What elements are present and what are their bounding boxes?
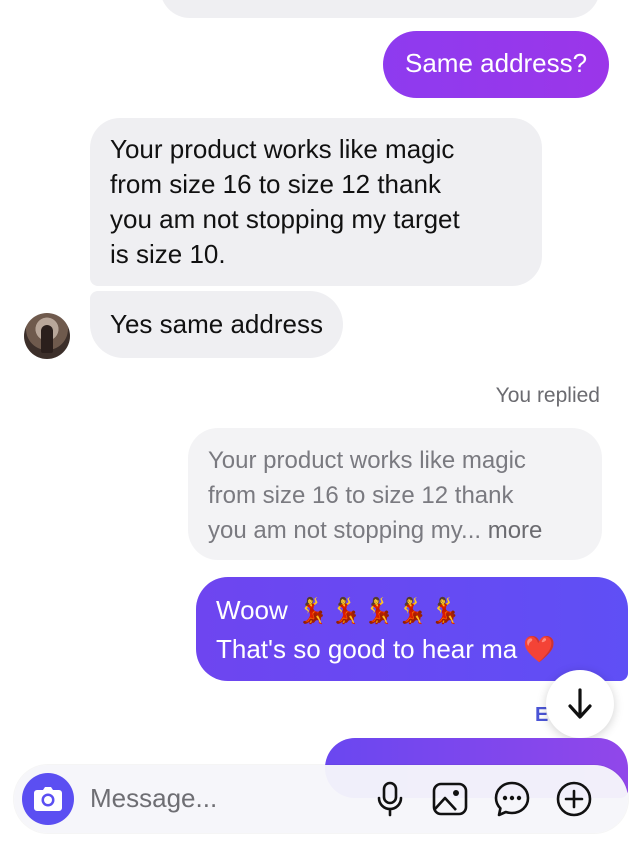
reply-indicator: You replied: [495, 384, 600, 407]
gallery-button[interactable]: [430, 779, 470, 819]
dancer-emoji: 💃: [396, 597, 428, 625]
incoming-message-yes-same-address[interactable]: Yes same address: [90, 291, 343, 358]
message-composer: Message...: [14, 765, 628, 833]
microphone-button[interactable]: [370, 779, 410, 819]
dancer-emoji: 💃: [330, 597, 362, 625]
add-button[interactable]: [554, 779, 594, 819]
sticker-button[interactable]: [492, 779, 532, 819]
dancer-emoji: 💃: [363, 597, 395, 625]
contact-avatar[interactable]: [24, 313, 70, 359]
message-input[interactable]: Message...: [90, 783, 217, 814]
scroll-to-bottom-button[interactable]: [546, 670, 614, 738]
microphone-icon: [377, 781, 403, 817]
message-text: Yes same address: [110, 309, 323, 339]
heart-emoji: ❤️: [523, 634, 556, 664]
message-text: Same address?: [405, 48, 588, 78]
outgoing-message-woow[interactable]: Woow 💃💃💃💃💃 That's so good to hear ma ❤️: [196, 577, 628, 681]
quoted-text: Your product works like magic from size …: [208, 447, 526, 544]
previous-message-bubble: [160, 0, 600, 18]
dancer-emoji: 💃: [429, 597, 461, 625]
camera-icon: [34, 787, 62, 811]
chat-bubble-icon: [494, 781, 530, 817]
outgoing-message-same-address[interactable]: Same address?: [383, 31, 610, 98]
message-text-line1: Woow: [216, 595, 288, 625]
dancer-emoji: 💃: [297, 597, 329, 625]
more-link[interactable]: more: [481, 517, 543, 544]
incoming-message-product-review[interactable]: Your product works like magic from size …: [90, 118, 542, 286]
image-icon: [432, 782, 468, 816]
arrow-down-icon: [568, 688, 592, 719]
quoted-reply-bubble[interactable]: Your product works like magic from size …: [188, 428, 602, 560]
message-text: Your product works like magic from size …: [110, 134, 460, 269]
message-text-line2: That's so good to hear ma: [216, 634, 518, 664]
camera-button[interactable]: [22, 773, 74, 825]
dancing-emoji-group: 💃💃💃💃💃: [295, 595, 461, 625]
plus-circle-icon: [556, 781, 592, 817]
